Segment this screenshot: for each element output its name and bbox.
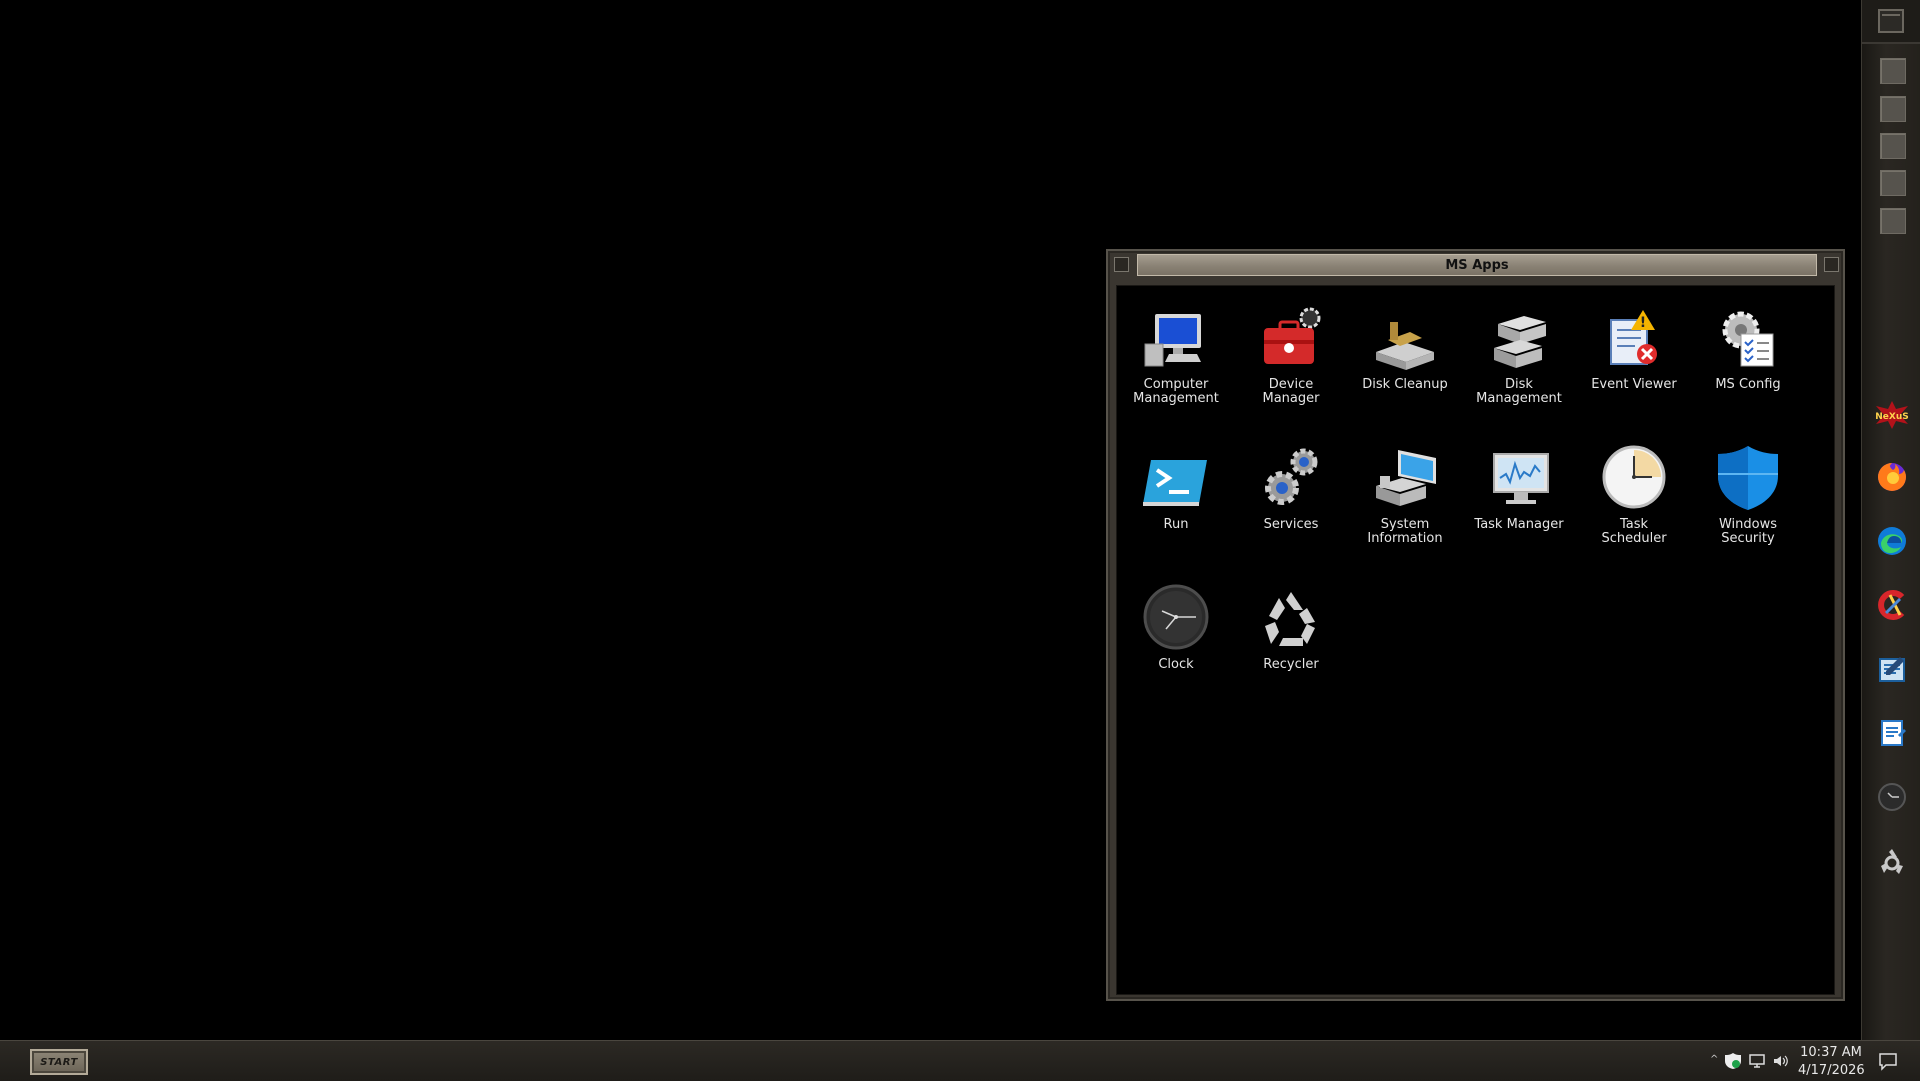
taskbar-time[interactable]: 10:37 AM <box>1798 1045 1864 1060</box>
recycler-icon <box>1255 584 1327 650</box>
window-menu-button[interactable] <box>1114 257 1129 272</box>
recycler-icon[interactable] <box>1873 842 1911 880</box>
disk-cleanup-icon <box>1369 304 1441 370</box>
firefox-icon[interactable] <box>1873 458 1911 496</box>
workspace-2-button[interactable] <box>1880 96 1906 122</box>
app-event-viewer[interactable]: ! Event Viewer <box>1579 304 1689 392</box>
app-run[interactable]: Run <box>1121 444 1231 532</box>
window-close-button[interactable] <box>1824 257 1839 272</box>
svg-text:NeXuS: NeXuS <box>1875 412 1908 422</box>
device-manager-icon <box>1255 304 1327 370</box>
app-windows-security[interactable]: Windows Security <box>1693 444 1803 546</box>
workspace-4-button[interactable] <box>1880 170 1906 196</box>
system-information-icon <box>1369 444 1441 510</box>
taskbar-date[interactable]: 4/17/2026 <box>1798 1063 1865 1078</box>
dock-header <box>1862 0 1920 44</box>
app-task-manager[interactable]: Task Manager <box>1464 444 1574 532</box>
start-label: START <box>40 1056 78 1068</box>
dock-menu-button[interactable] <box>1878 9 1904 33</box>
windows-security-icon <box>1712 444 1784 510</box>
wordpad-icon[interactable] <box>1873 650 1911 688</box>
app-system-information[interactable]: System Information <box>1350 444 1460 546</box>
app-computer-management[interactable]: Computer Management <box>1121 304 1231 406</box>
window-title-bar[interactable]: MS Apps <box>1137 254 1817 276</box>
svg-text:!: ! <box>1640 315 1646 331</box>
security-tray-icon[interactable] <box>1724 1052 1742 1070</box>
run-icon <box>1140 444 1212 510</box>
app-recycler[interactable]: Recycler <box>1236 584 1346 672</box>
app-device-manager[interactable]: Device Manager <box>1236 304 1346 406</box>
app-disk-management[interactable]: Disk Management <box>1464 304 1574 406</box>
services-icon <box>1255 444 1327 510</box>
workspace-1-button[interactable] <box>1880 58 1906 84</box>
app-task-scheduler[interactable]: Task Scheduler <box>1579 444 1689 546</box>
clock-icon <box>1140 584 1212 650</box>
window-content: Computer Management Device Manager Disk … <box>1116 285 1835 995</box>
ccleaner-icon[interactable] <box>1873 586 1911 624</box>
app-grid: Computer Management Device Manager Disk … <box>1117 286 1834 994</box>
workspace-3-button[interactable] <box>1880 133 1906 159</box>
app-clock[interactable]: Clock <box>1121 584 1231 672</box>
app-disk-cleanup[interactable]: Disk Cleanup <box>1350 304 1460 392</box>
app-services[interactable]: Services <box>1236 444 1346 532</box>
network-icon[interactable] <box>1748 1052 1766 1070</box>
task-manager-icon <box>1483 444 1555 510</box>
right-dock: NeXuS <box>1861 0 1920 1040</box>
tray-chevron-icon[interactable]: ^ <box>1710 1054 1718 1065</box>
edge-icon[interactable] <box>1873 522 1911 560</box>
nexus-icon[interactable]: NeXuS <box>1873 396 1911 434</box>
volume-icon[interactable] <box>1772 1052 1790 1070</box>
event-viewer-icon: ! <box>1598 304 1670 370</box>
notification-center-icon[interactable] <box>1878 1051 1898 1071</box>
ms-config-icon <box>1712 304 1784 370</box>
window-title: MS Apps <box>1445 257 1509 273</box>
clock-icon[interactable] <box>1873 778 1911 816</box>
ms-apps-window: MS Apps Computer Management Device Manag… <box>1106 249 1845 1001</box>
computer-management-icon <box>1140 304 1212 370</box>
notepad-icon[interactable] <box>1873 714 1911 752</box>
disk-management-icon <box>1483 304 1555 370</box>
task-scheduler-icon <box>1598 444 1670 510</box>
app-ms-config[interactable]: MS Config <box>1693 304 1803 392</box>
workspace-5-button[interactable] <box>1880 208 1906 234</box>
start-button[interactable]: START <box>30 1049 88 1075</box>
taskbar: START ^ 10:37 AM 4/17/2026 <box>0 1040 1920 1081</box>
